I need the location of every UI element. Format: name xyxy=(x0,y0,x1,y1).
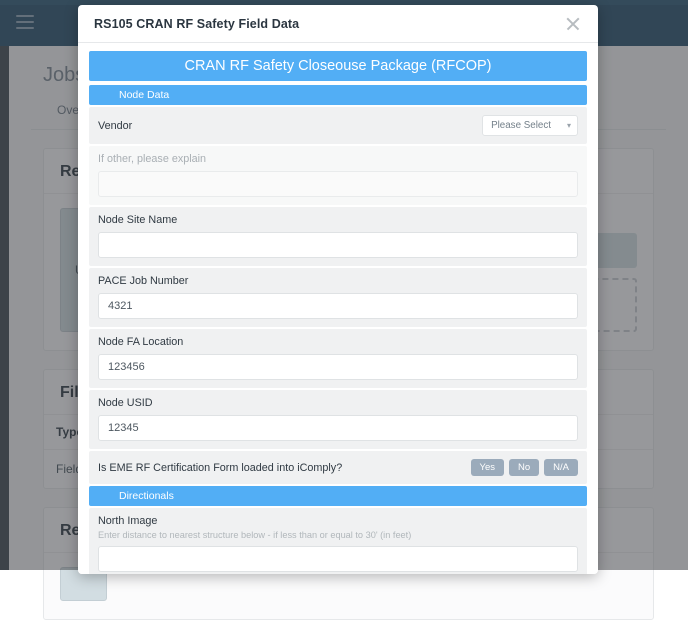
field-data-modal: RS105 CRAN RF Safety Field Data CRAN RF … xyxy=(78,5,598,574)
vendor-select-value: Please Select xyxy=(491,120,551,131)
modal-header: RS105 CRAN RF Safety Field Data xyxy=(78,5,598,43)
north-image-input[interactable] xyxy=(98,546,578,572)
field-node-site-name: Node Site Name xyxy=(89,207,587,266)
node-fa-location-input[interactable] xyxy=(98,354,578,380)
field-vendor: Vendor Please Select ▾ xyxy=(89,107,587,144)
field-north-image: North Image Enter distance to nearest st… xyxy=(89,508,587,574)
node-usid-label: Node USID xyxy=(98,397,578,409)
eme-rf-cert-yes-button[interactable]: Yes xyxy=(471,459,505,476)
eme-rf-cert-label: Is EME RF Certification Form loaded into… xyxy=(98,462,342,474)
eme-rf-cert-options: Yes No N/A xyxy=(471,459,579,476)
node-usid-input[interactable] xyxy=(98,415,578,441)
north-image-label: North Image xyxy=(98,515,578,527)
modal-body: CRAN RF Safety Closeouse Package (RFCOP)… xyxy=(78,43,598,574)
field-pace-job-number: PACE Job Number xyxy=(89,268,587,327)
node-site-name-label: Node Site Name xyxy=(98,214,578,226)
field-eme-rf-certification: Is EME RF Certification Form loaded into… xyxy=(89,451,587,484)
node-fa-location-label: Node FA Location xyxy=(98,336,578,348)
chevron-down-icon: ▾ xyxy=(567,121,571,130)
field-if-other: If other, please explain xyxy=(89,146,587,205)
section-header-node-data: Node Data xyxy=(89,85,587,105)
north-image-hint: Enter distance to nearest structure belo… xyxy=(98,530,578,540)
form-banner: CRAN RF Safety Closeouse Package (RFCOP) xyxy=(89,51,587,81)
eme-rf-cert-na-button[interactable]: N/A xyxy=(544,459,578,476)
vendor-select[interactable]: Please Select ▾ xyxy=(482,115,578,136)
eme-rf-cert-no-button[interactable]: No xyxy=(509,459,539,476)
pace-job-number-input[interactable] xyxy=(98,293,578,319)
vendor-label: Vendor xyxy=(98,120,132,132)
if-other-input[interactable] xyxy=(98,171,578,197)
close-icon[interactable] xyxy=(564,15,582,33)
modal-title: RS105 CRAN RF Safety Field Data xyxy=(94,17,564,31)
section-header-directionals: Directionals xyxy=(89,486,587,506)
pace-job-number-label: PACE Job Number xyxy=(98,275,578,287)
node-site-name-input[interactable] xyxy=(98,232,578,258)
field-node-usid: Node USID xyxy=(89,390,587,449)
if-other-label: If other, please explain xyxy=(98,153,578,165)
field-node-fa-location: Node FA Location xyxy=(89,329,587,388)
